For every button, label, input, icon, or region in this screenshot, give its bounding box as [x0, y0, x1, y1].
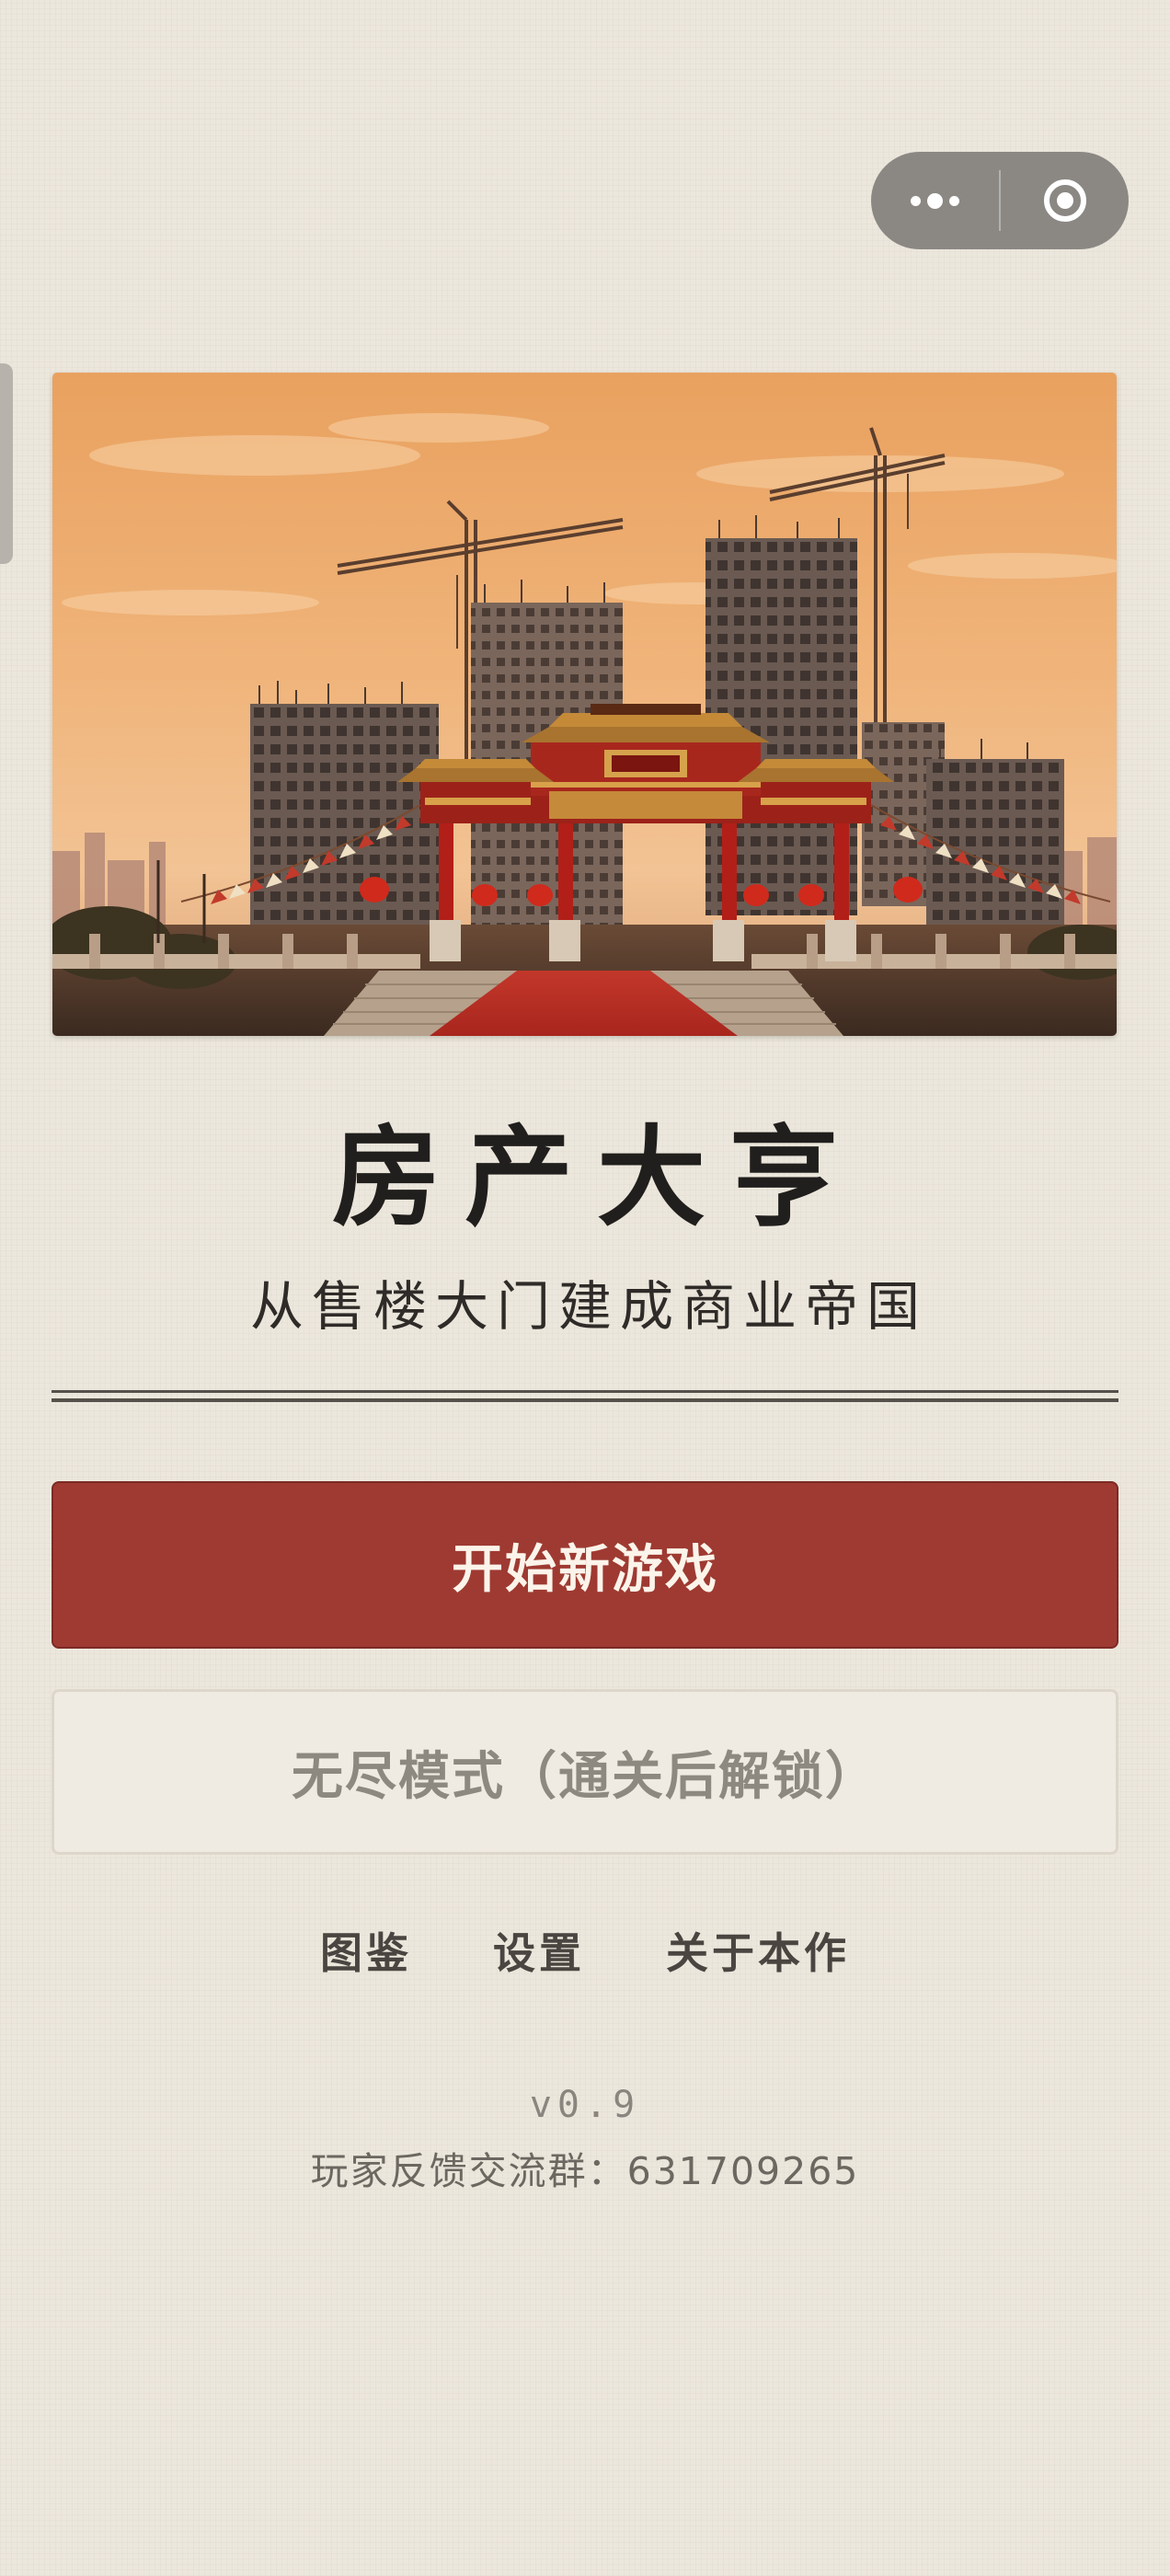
start-new-game-label: 开始新游戏: [452, 1539, 718, 1600]
more-dots-icon: [911, 192, 959, 209]
target-circle-icon: [1043, 179, 1086, 222]
game-title: 房产大亨: [331, 1114, 862, 1241]
double-divider: [52, 1390, 1118, 1403]
hero-illustration: [52, 373, 1117, 1036]
side-drawer-handle[interactable]: [0, 363, 13, 564]
more-button[interactable]: [871, 152, 999, 249]
memorial-archway-construction-illustration: [52, 373, 1117, 1036]
close-miniprogram-button[interactable]: [1001, 152, 1129, 249]
secondary-links: 图鉴 设置 关于本作: [0, 1914, 1170, 1987]
feedback-group-text: 玩家反馈交流群：631709265: [310, 2149, 860, 2193]
endless-mode-label: 无尽模式（通关后解锁）: [292, 1746, 878, 1807]
version-text: v0.9: [529, 2084, 641, 2126]
about-link[interactable]: 关于本作: [666, 1920, 850, 1981]
endless-mode-button[interactable]: 无尽模式（通关后解锁）: [52, 1689, 1118, 1855]
start-new-game-button[interactable]: 开始新游戏: [52, 1481, 1118, 1649]
settings-link[interactable]: 设置: [493, 1920, 585, 1981]
game-subtitle: 从售楼大门建成商业帝国: [249, 1275, 928, 1338]
miniprogram-capsule: [871, 152, 1129, 249]
gallery-link[interactable]: 图鉴: [320, 1920, 412, 1981]
